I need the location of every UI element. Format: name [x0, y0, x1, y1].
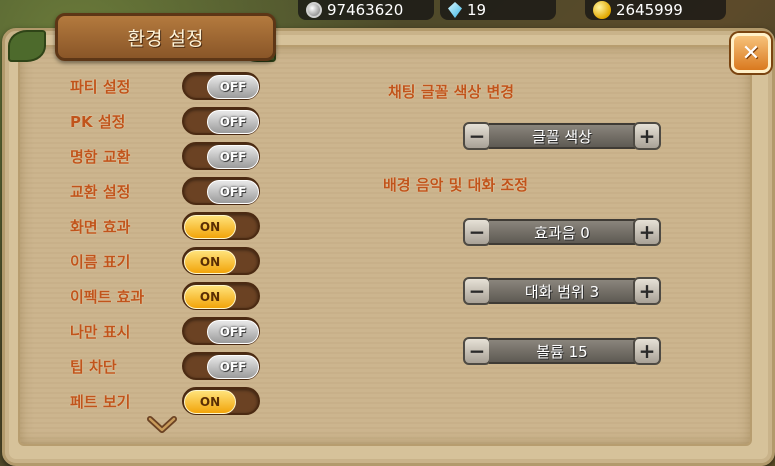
- effect-toggle[interactable]: ON: [182, 282, 260, 310]
- plus-icon: +: [638, 220, 656, 244]
- pet-view-toggle[interactable]: ON: [182, 387, 260, 415]
- toggle-state: OFF: [207, 355, 259, 379]
- audio-section-title: 배경 음악 및 대화 조정: [383, 176, 529, 194]
- volume-minus-button[interactable]: −: [463, 337, 491, 365]
- chat-range-stepper: − 대화 범위 3 +: [463, 276, 661, 306]
- party-toggle[interactable]: OFF: [182, 72, 260, 100]
- setting-label: 화면 효과: [70, 217, 131, 236]
- font-color-minus-button[interactable]: −: [463, 122, 491, 150]
- setting-row-pet-view: 페트 보기 ON: [70, 386, 260, 416]
- coin-counter: 97463620: [298, 0, 434, 20]
- screen-effect-toggle[interactable]: ON: [182, 212, 260, 240]
- name-display-toggle[interactable]: ON: [182, 247, 260, 275]
- gold-amount: 2645999: [616, 1, 683, 19]
- volume-plus-button[interactable]: +: [633, 337, 661, 365]
- plus-icon: +: [638, 279, 656, 303]
- font-color-stepper: − 글꼴 색상 +: [463, 121, 661, 151]
- scroll-down-button[interactable]: [147, 414, 177, 436]
- effect-sound-plus-button[interactable]: +: [633, 218, 661, 246]
- setting-label: PK 설정: [70, 112, 126, 131]
- toggle-state: OFF: [207, 145, 259, 169]
- chat-range-plus-button[interactable]: +: [633, 277, 661, 305]
- minus-icon: −: [468, 339, 486, 363]
- coin-amount: 97463620: [327, 1, 404, 19]
- effect-sound-minus-button[interactable]: −: [463, 218, 491, 246]
- pk-toggle[interactable]: OFF: [182, 107, 260, 135]
- gold-coin-icon: [593, 1, 611, 19]
- setting-label: 나만 표시: [70, 322, 131, 341]
- toggle-state: ON: [184, 215, 236, 239]
- toggle-state: OFF: [207, 75, 259, 99]
- toggle-state: ON: [184, 250, 236, 274]
- setting-row-show-only-me: 나만 표시 OFF: [70, 316, 260, 346]
- tip-block-toggle[interactable]: OFF: [182, 352, 260, 380]
- setting-label: 명함 교환: [70, 147, 131, 166]
- font-color-value: 글꼴 색상: [489, 123, 635, 149]
- setting-row-name-display: 이름 표기 ON: [70, 246, 260, 276]
- minus-icon: −: [468, 220, 486, 244]
- setting-label: 팁 차단: [70, 357, 117, 376]
- setting-row-party: 파티 설정 OFF: [70, 71, 260, 101]
- trade-toggle[interactable]: OFF: [182, 177, 260, 205]
- toggle-state: OFF: [207, 110, 259, 134]
- minus-icon: −: [468, 279, 486, 303]
- silver-coin-icon: [306, 2, 322, 18]
- close-icon: ✕: [741, 40, 761, 66]
- effect-sound-value: 효과음 0: [489, 219, 635, 245]
- setting-row-effect: 이펙트 효과 ON: [70, 281, 260, 311]
- effect-sound-stepper: − 효과음 0 +: [463, 217, 661, 247]
- setting-label: 이름 표기: [70, 252, 131, 271]
- setting-row-tip-block: 팁 차단 OFF: [70, 351, 260, 381]
- setting-row-card-exchange: 명함 교환 OFF: [70, 141, 260, 171]
- font-color-plus-button[interactable]: +: [633, 122, 661, 150]
- toggle-state: ON: [184, 285, 236, 309]
- toggle-state: OFF: [207, 320, 259, 344]
- plus-icon: +: [638, 124, 656, 148]
- setting-label: 페트 보기: [70, 392, 131, 411]
- chat-font-section-title: 채팅 글꼴 색상 변경: [388, 83, 515, 101]
- chat-range-minus-button[interactable]: −: [463, 277, 491, 305]
- show-only-me-toggle[interactable]: OFF: [182, 317, 260, 345]
- volume-value: 볼륨 15: [489, 338, 635, 364]
- setting-row-pk: PK 설정 OFF: [70, 106, 260, 136]
- setting-label: 교환 설정: [70, 182, 131, 201]
- close-button[interactable]: ✕: [731, 33, 771, 73]
- volume-stepper: − 볼륨 15 +: [463, 336, 661, 366]
- setting-row-screen-effect: 화면 효과 ON: [70, 211, 260, 241]
- window-title: 환경 설정: [55, 13, 276, 61]
- setting-row-trade: 교환 설정 OFF: [70, 176, 260, 206]
- card-exchange-toggle[interactable]: OFF: [182, 142, 260, 170]
- gem-counter: 19: [440, 0, 556, 20]
- minus-icon: −: [468, 124, 486, 148]
- chat-range-value: 대화 범위 3: [489, 278, 635, 304]
- gem-amount: 19: [467, 1, 487, 19]
- gem-icon: [448, 2, 462, 18]
- chevron-down-icon: [147, 416, 177, 433]
- window-title-text: 환경 설정: [127, 27, 204, 50]
- toggle-state: OFF: [207, 180, 259, 204]
- plus-icon: +: [638, 339, 656, 363]
- gold-counter: 2645999: [585, 0, 726, 20]
- leaf-decoration-icon: [8, 30, 46, 62]
- setting-label: 이펙트 효과: [70, 287, 145, 306]
- setting-label: 파티 설정: [70, 77, 131, 96]
- toggle-state: ON: [184, 390, 236, 414]
